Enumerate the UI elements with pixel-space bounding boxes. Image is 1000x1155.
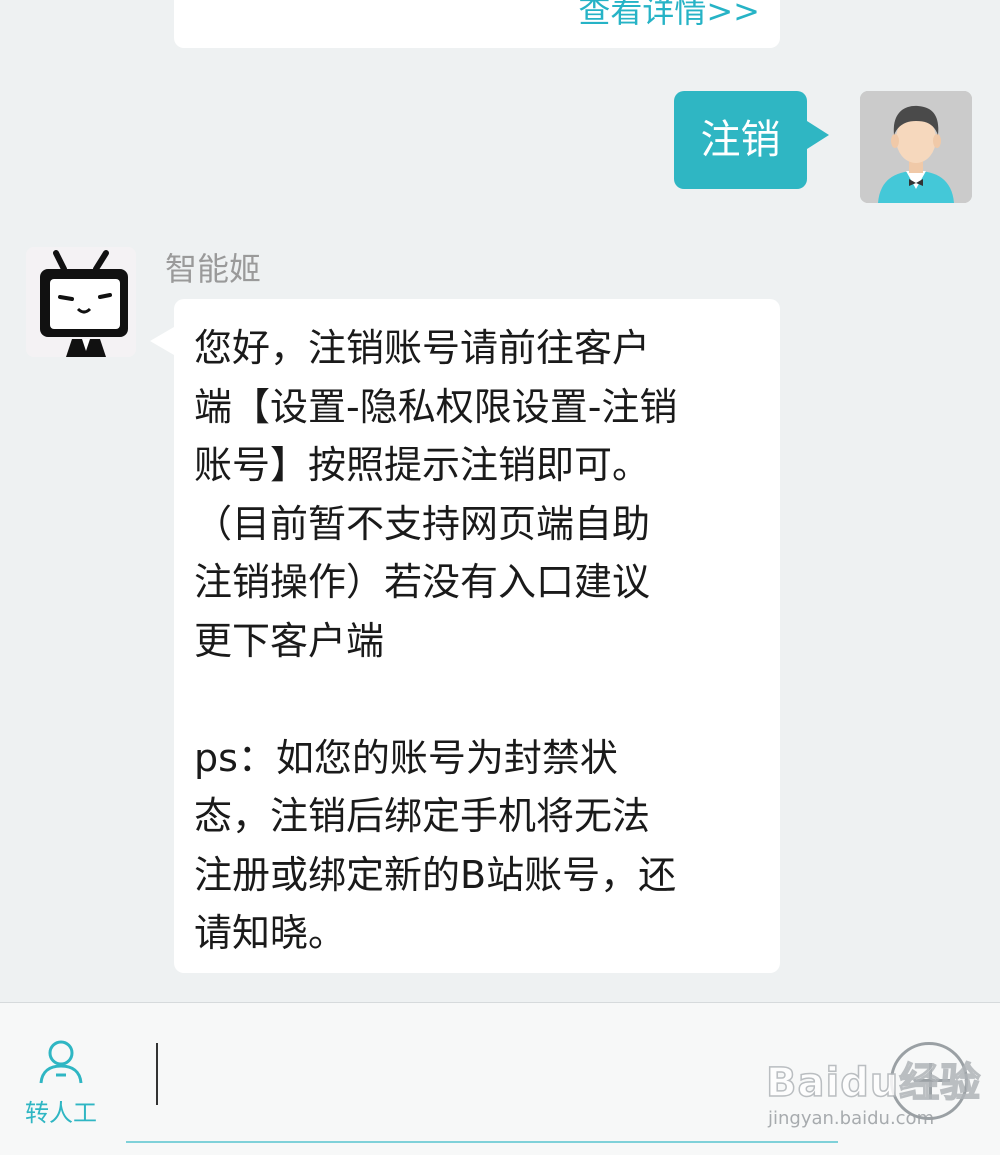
bot-message-line: 态，注销后绑定手机将无法 xyxy=(194,794,651,838)
chat-area: 查看详情>> 注销 智能姬 您好，注销账号请前往客户 端【设置-隐私权限设置-注… xyxy=(0,0,1000,1002)
bot-message-line: 注册或绑定新的B站账号，还 xyxy=(194,852,677,897)
text-caret xyxy=(156,1043,158,1105)
bot-message-blank-line xyxy=(194,670,760,729)
message-input[interactable] xyxy=(126,1033,838,1143)
view-details-link[interactable]: 查看详情>> xyxy=(578,0,760,32)
bot-message-line: 请知晓。 xyxy=(194,911,347,955)
bot-message-line: 端【设置-隐私权限设置-注销 xyxy=(194,384,678,429)
bot-message-line: 更下客户端 xyxy=(194,618,385,663)
person-icon xyxy=(39,1040,83,1084)
bot-message-line: （目前暂不支持网页端自助 xyxy=(194,501,651,546)
bot-name: 智能姬 xyxy=(165,250,262,288)
bot-message-line: ps：如您的账号为封禁状 xyxy=(194,735,618,780)
previous-message-card: 查看详情>> xyxy=(174,0,780,48)
tv-mascot-icon xyxy=(26,247,136,357)
user-avatar-icon xyxy=(860,91,972,203)
bot-message-bubble: 您好，注销账号请前往客户 端【设置-隐私权限设置-注销 账号】按照提示注销即可。… xyxy=(150,299,780,973)
transfer-to-human-label: 转人工 xyxy=(25,1099,97,1127)
user-message-bubble: 注销 xyxy=(674,91,829,189)
bot-avatar xyxy=(26,247,136,357)
bot-message-line: 账号】按照提示注销即可。 xyxy=(194,443,651,487)
input-bar: 转人工 xyxy=(0,1002,1000,1155)
bot-message-line: 您好，注销账号请前往客户 xyxy=(194,326,651,370)
plus-circle-button[interactable] xyxy=(890,1042,968,1120)
bot-message-line: 注销操作）若没有入口建议 xyxy=(194,560,651,604)
transfer-to-human-button[interactable]: 转人工 xyxy=(14,1037,108,1129)
user-avatar xyxy=(860,91,972,203)
